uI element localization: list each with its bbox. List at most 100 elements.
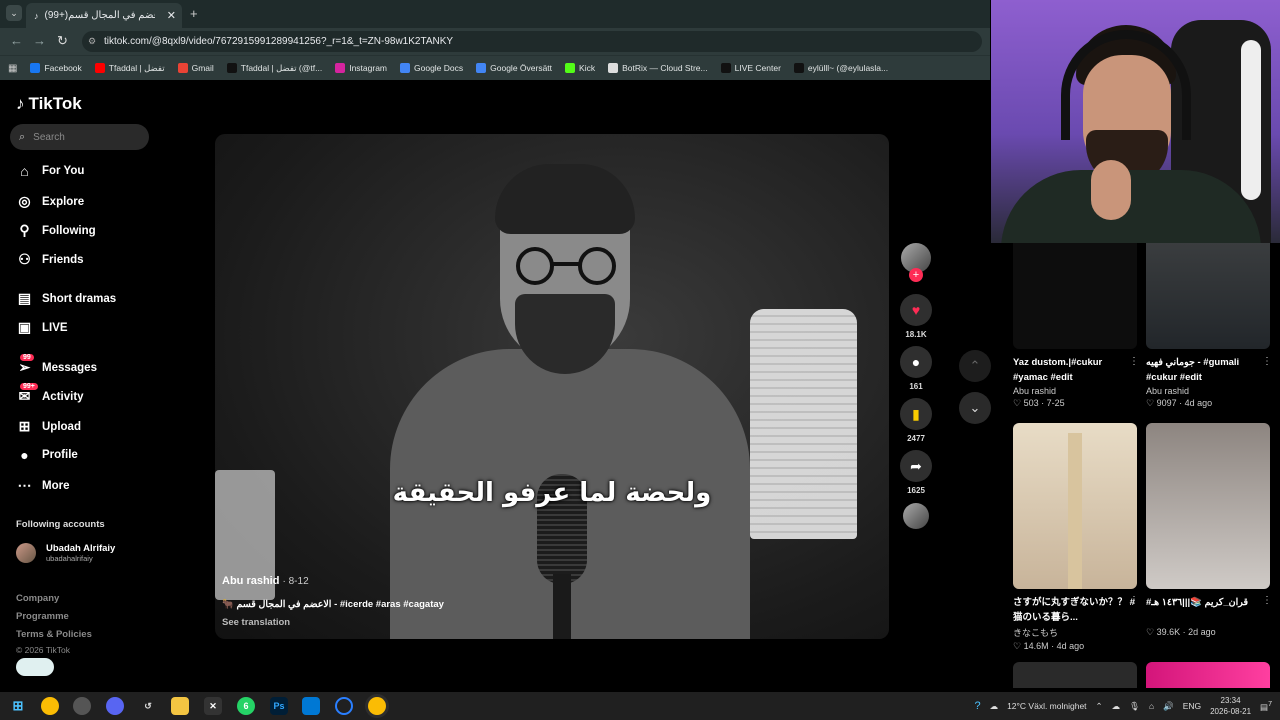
windows-start-icon[interactable]: ⊞ <box>9 697 27 715</box>
weather-text[interactable]: 12°C Växl. molnighet <box>1007 701 1086 711</box>
feed-thumbnail <box>1013 243 1137 349</box>
video-player[interactable]: ولحضة لما عرفو الحقيقة Abu rashid · 8-12… <box>215 134 889 639</box>
network-icon[interactable]: ⌂ <box>1149 701 1154 711</box>
next-video-chevron-down-icon[interactable]: ⌄ <box>959 392 991 424</box>
more-options-icon[interactable]: ⋮ <box>1129 356 1139 367</box>
chrome-active-icon[interactable] <box>368 697 386 715</box>
feed-card[interactable]: ⋮ جوماني فهيه - #gumali #cukur #edit Abu… <box>1146 243 1272 409</box>
tray-chevron-up-icon[interactable]: ⌃ <box>1096 701 1103 712</box>
more-options-icon[interactable]: ⋮ <box>1262 595 1272 606</box>
sidebar-item-upload[interactable]: ⊞ Upload <box>16 418 81 435</box>
apps-grid-icon[interactable]: ▦ <box>8 63 17 74</box>
bookmark-label: LIVE Center <box>734 63 781 73</box>
file-explorer-icon[interactable] <box>171 697 189 715</box>
address-bar[interactable]: ⚙ tiktok.com/@8qxl9/video/76729159912899… <box>82 31 982 52</box>
footer-link-terms[interactable]: Terms & Policies <box>16 629 92 640</box>
site-info-icon[interactable]: ⚙ <box>88 36 96 47</box>
feed-title: さすがに丸すぎないか？？ #猫のいる暮ら... <box>1013 597 1135 623</box>
feed-age: 7-25 <box>1046 398 1065 408</box>
footer-link-programme[interactable]: Programme <box>16 611 69 622</box>
bookmark-item[interactable]: eylülll~ (@eylulasla... <box>793 63 888 73</box>
notification-icon[interactable]: ▤7 <box>1260 700 1272 713</box>
bookmark-item[interactable]: Google Docs <box>400 63 463 73</box>
capcut-icon[interactable]: ✕ <box>204 697 222 715</box>
browser-tabbar: ⌄ ♪ (99+)الاعضم في المجال قسم 🐂 ✕ + <box>0 0 990 28</box>
feed-card[interactable]: ⋮ #قران_كريم 📚|||١٤٣٦ هـ ♡ 39.6K · 2d ag… <box>1146 423 1272 638</box>
bookmark-item[interactable]: Instagram <box>335 63 387 73</box>
see-translation-link[interactable]: See translation <box>222 617 290 628</box>
tab-close-icon[interactable]: ✕ <box>167 9 176 22</box>
footer-link-company[interactable]: Company <box>16 593 59 604</box>
sidebar-item-for-you[interactable]: ⌂ For You <box>16 163 84 179</box>
bookmark-favicon-icon <box>608 63 619 73</box>
bookmark-item[interactable]: Kick <box>565 63 595 73</box>
sidebar-item-following[interactable]: ⚲ Following <box>16 222 95 239</box>
account-name: Ubadah Alrifaiy <box>46 543 116 554</box>
search-input[interactable]: ⌕ Search <box>10 124 149 150</box>
photoshop-icon[interactable]: Ps <box>270 697 288 715</box>
feed-card[interactable]: ⋮ さすがに丸すぎないか？？ #猫のいる暮ら... きなこもち ♡ 14.6M … <box>1013 423 1139 652</box>
follow-plus-icon[interactable]: + <box>909 268 923 282</box>
sidebar-item-short-dramas[interactable]: ▤ Short dramas <box>16 290 116 307</box>
sidebar-item-activity[interactable]: ✉ Activity 99+ <box>16 383 84 405</box>
sidebar-item-more[interactable]: ⋯ More <box>16 477 70 494</box>
bookmark-item[interactable]: Gmail <box>177 63 214 73</box>
browser-tab[interactable]: ♪ (99+)الاعضم في المجال قسم 🐂 ✕ <box>26 3 182 28</box>
more-options-icon[interactable]: ⋮ <box>1262 356 1272 367</box>
app-c-icon[interactable]: ↺ <box>139 697 157 715</box>
clock[interactable]: 23:34 2026-08-21 <box>1210 695 1251 717</box>
feed-title: Yaz dustom.|#cukur #yamac #edit <box>1013 357 1103 383</box>
back-arrow-icon[interactable]: ← <box>10 33 23 48</box>
feed-thumbnail-partial[interactable] <box>1013 662 1137 688</box>
bookmark-item[interactable]: Tfaddal | تفضل <box>94 63 165 74</box>
sidebar-item-messages[interactable]: ➢ Messages 99 <box>16 354 97 376</box>
help-icon[interactable]: ? <box>974 700 980 712</box>
reload-icon[interactable]: ↻ <box>57 33 68 49</box>
bookmark-item[interactable]: BotRix — Cloud Stre... <box>608 63 708 73</box>
video-description[interactable]: 🐂 الاعضم في المجال قسم - #icerde #aras #… <box>222 599 444 610</box>
user-follow-icon: ⚲ <box>19 222 30 238</box>
comment-button[interactable]: ● 161 <box>900 346 932 391</box>
volume-icon[interactable]: 🔊 <box>1163 701 1174 712</box>
forward-arrow-icon[interactable]: → <box>33 33 46 48</box>
feed-age: 2d ago <box>1188 627 1216 637</box>
sidebar-item-explore[interactable]: ◎ Explore <box>16 193 84 210</box>
sidebar-item-profile[interactable]: ● Profile <box>16 447 78 463</box>
like-button[interactable]: ♥ 18.1K <box>900 294 932 339</box>
whatsapp-icon[interactable]: 6 <box>237 697 255 715</box>
more-options-icon[interactable]: ⋮ <box>1129 595 1139 606</box>
mic-icon[interactable]: 🎙 <box>1129 701 1140 712</box>
obs-icon[interactable] <box>73 697 91 715</box>
bookmark-item[interactable]: Tfaddal | تفضل (@tf... <box>226 62 323 74</box>
onedrive-icon[interactable]: ☁ <box>1112 701 1121 712</box>
previous-video-chevron-up-icon[interactable]: ⌃ <box>959 350 991 382</box>
tab-search-button[interactable]: ⌄ <box>6 5 22 21</box>
bookmark-item[interactable]: LIVE Center <box>720 63 781 73</box>
sidebar-item-live[interactable]: ▣ LIVE <box>16 319 68 336</box>
share-count: 1625 <box>907 486 925 495</box>
feed-card[interactable]: ⋮ Yaz dustom.|#cukur #yamac #edit Abu ra… <box>1013 243 1139 409</box>
sidebar-item-label: Profile <box>42 449 78 461</box>
extension-badge-icon[interactable] <box>16 658 54 676</box>
bookmark-item[interactable]: Facebook <box>30 63 82 73</box>
bookmark-label: Tfaddal | تفضل (@tf... <box>240 62 323 73</box>
tiktok-logo[interactable]: ♪ TikTok <box>16 94 82 114</box>
following-account-item[interactable]: Ubadah Alrifaiy ubadahalrifaiy <box>16 543 115 563</box>
language-indicator[interactable]: ENG <box>1183 701 1201 711</box>
chrome-icon[interactable] <box>41 697 59 715</box>
new-tab-button[interactable]: + <box>190 6 198 21</box>
music-disc-icon[interactable] <box>903 503 929 529</box>
glasses <box>516 247 616 285</box>
sidebar-item-label: Activity <box>42 390 84 403</box>
app-blue-icon[interactable] <box>302 697 320 715</box>
feed-thumbnail-partial[interactable] <box>1146 662 1270 688</box>
save-button[interactable]: ▮ 2477 <box>900 398 932 443</box>
bookmark-favicon-icon <box>793 63 804 73</box>
sidebar-item-friends[interactable]: ⚇ Friends <box>16 251 83 268</box>
bookmark-item[interactable]: Google Översätt <box>476 63 552 73</box>
video-author[interactable]: Abu rashid · 8-12 <box>222 575 309 587</box>
sidebar-item-label: Upload <box>42 420 81 433</box>
discord-icon[interactable] <box>106 697 124 715</box>
app-ring-icon[interactable] <box>335 697 353 715</box>
share-button[interactable]: ➦ 1625 <box>900 450 932 495</box>
